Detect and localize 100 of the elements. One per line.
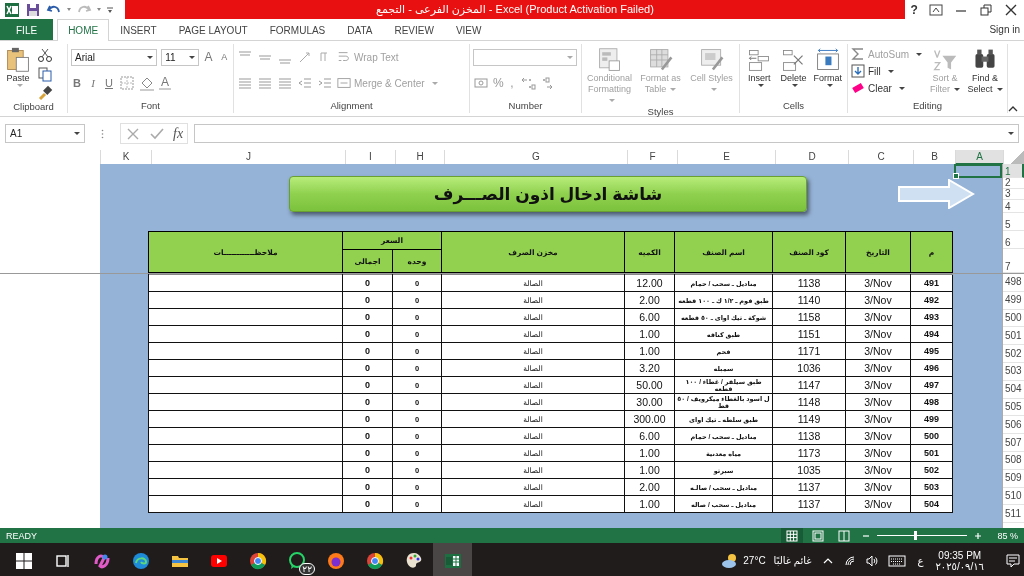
row-header[interactable]: 506 bbox=[1003, 416, 1024, 435]
group-label: Clipboard bbox=[12, 101, 55, 113]
ribbon-tab[interactable]: VIEW bbox=[444, 19, 493, 40]
clock-time[interactable]: 09:35 PM bbox=[938, 549, 982, 561]
caret-icon bbox=[758, 84, 765, 87]
row-header[interactable]: 504 bbox=[1003, 380, 1024, 399]
view-button[interactable] bbox=[781, 528, 804, 543]
group-label: Editing bbox=[911, 100, 944, 113]
editing-button[interactable]: Clear bbox=[851, 81, 923, 95]
row-header[interactable]: 2 bbox=[1003, 178, 1024, 189]
ring-icon bbox=[248, 551, 267, 570]
table-cell: 0 bbox=[342, 274, 393, 292]
orientation-icon[interactable] bbox=[297, 49, 313, 65]
row-header[interactable]: 5 bbox=[1003, 213, 1024, 231]
caret-icon bbox=[1008, 132, 1014, 135]
keyboard-icon[interactable] bbox=[887, 554, 906, 567]
caret-icon bbox=[74, 132, 80, 135]
name-box[interactable]: A1 bbox=[5, 124, 85, 143]
row-header[interactable]: 498 bbox=[1003, 274, 1024, 292]
cells-button[interactable]: Delete bbox=[777, 47, 810, 100]
language-indicator[interactable]: ع bbox=[917, 555, 924, 566]
caret-icon[interactable] bbox=[67, 8, 71, 11]
row-header[interactable]: 499 bbox=[1003, 291, 1024, 310]
close-icon[interactable] bbox=[1004, 3, 1019, 16]
row-header[interactable]: 510 bbox=[1003, 487, 1024, 506]
clock-date[interactable]: ٢٠٢٥/٠٩/١٦ bbox=[935, 560, 984, 572]
ribbon-tab[interactable]: PAGE LAYOUT bbox=[167, 19, 259, 40]
formula-input[interactable] bbox=[194, 124, 1019, 143]
ribbon-tab[interactable]: FILE bbox=[0, 19, 54, 40]
row-header[interactable]: 501 bbox=[1003, 327, 1024, 346]
help-button[interactable]: ? bbox=[910, 2, 918, 17]
copy-icon[interactable] bbox=[37, 66, 53, 82]
row-header[interactable]: 7 bbox=[1003, 249, 1024, 273]
cells-button[interactable]: Format bbox=[811, 47, 844, 100]
temperature-text: 27°C bbox=[743, 555, 766, 566]
ribbon-tab[interactable]: REVIEW bbox=[383, 19, 445, 40]
row-header[interactable]: 4 bbox=[1003, 200, 1024, 213]
row-header[interactable]: 503 bbox=[1003, 363, 1024, 381]
status-text: READY bbox=[6, 530, 37, 541]
paintbrush-icon[interactable] bbox=[37, 85, 53, 101]
table-cell: 491 bbox=[910, 274, 953, 292]
font-name-field[interactable]: Arial bbox=[71, 48, 158, 66]
caret-icon bbox=[188, 55, 195, 59]
row-header[interactable]: 511 bbox=[1003, 505, 1024, 524]
ribbon-tab[interactable]: FORMULAS bbox=[258, 19, 337, 40]
save-icon[interactable] bbox=[25, 1, 41, 18]
row-header[interactable]: 500 bbox=[1003, 309, 1024, 328]
scissors-icon[interactable] bbox=[37, 47, 53, 63]
row-header[interactable]: 3 bbox=[1003, 189, 1024, 200]
table-cell: 12.00 bbox=[624, 274, 675, 292]
notifications-icon[interactable] bbox=[1006, 553, 1020, 568]
font-color-button[interactable]: A bbox=[159, 76, 171, 90]
font-style-button[interactable]: B bbox=[71, 77, 83, 89]
wifi-icon[interactable] bbox=[843, 554, 856, 567]
currency-icon[interactable] bbox=[473, 75, 489, 91]
number-format-field[interactable] bbox=[473, 48, 577, 66]
caret-icon bbox=[954, 88, 961, 92]
ribbon-tab[interactable]: DATA bbox=[336, 19, 384, 40]
ribbon-display-icon[interactable] bbox=[929, 3, 944, 16]
ribbon-tab[interactable]: INSERT bbox=[109, 19, 168, 40]
customize-icon[interactable] bbox=[106, 5, 114, 14]
caret-icon bbox=[670, 88, 677, 92]
paste-button[interactable]: Paste bbox=[3, 47, 33, 101]
caret-icon[interactable] bbox=[97, 8, 101, 11]
cells-button[interactable]: Insert bbox=[743, 47, 776, 100]
restore-icon[interactable] bbox=[979, 3, 994, 16]
cell-styles-icon bbox=[698, 47, 725, 73]
zoom-slider-thumb[interactable] bbox=[914, 531, 918, 540]
wrap-text-icon bbox=[337, 50, 351, 64]
zoom-level[interactable]: 85 % bbox=[997, 530, 1018, 541]
caret-icon bbox=[431, 81, 438, 85]
sign-in-link[interactable]: Sign in bbox=[989, 24, 1024, 35]
row-header[interactable]: 1 bbox=[1003, 164, 1024, 178]
ribbon-tab[interactable]: HOME bbox=[57, 19, 110, 41]
font-size-button[interactable]: A bbox=[218, 52, 230, 62]
editing-button[interactable]: Find & Select bbox=[966, 47, 1004, 100]
conditional-format-icon bbox=[596, 47, 623, 73]
insert-function-button[interactable]: fx bbox=[173, 125, 184, 142]
font-size-button[interactable]: A bbox=[202, 50, 215, 64]
volume-icon[interactable] bbox=[865, 554, 878, 567]
row-header[interactable]: 507 bbox=[1003, 434, 1024, 452]
row-header[interactable]: 508 bbox=[1003, 451, 1024, 470]
font-style-button[interactable]: U bbox=[103, 77, 115, 89]
caret-icon bbox=[898, 86, 905, 90]
editing-button[interactable]: Fill bbox=[851, 64, 923, 78]
increase-decimal-icon[interactable] bbox=[521, 75, 537, 91]
font-style-button[interactable]: I bbox=[87, 77, 99, 89]
row-header[interactable]: 505 bbox=[1003, 398, 1024, 417]
collapse-ribbon-icon[interactable] bbox=[1008, 106, 1018, 112]
row-header[interactable]: 6 bbox=[1003, 231, 1024, 249]
row-header[interactable]: 502 bbox=[1003, 345, 1024, 363]
fill-bucket-icon[interactable] bbox=[139, 75, 155, 91]
clipboard-icon bbox=[5, 47, 31, 73]
zoom-in-icon[interactable] bbox=[974, 531, 983, 540]
group-label: Alignment bbox=[329, 100, 374, 113]
row-header[interactable]: 509 bbox=[1003, 469, 1024, 488]
caret-icon bbox=[996, 88, 1003, 92]
group-label: Number bbox=[507, 100, 544, 113]
taskbar-app-button[interactable]: ٢٢ bbox=[277, 543, 316, 576]
font-size-field[interactable]: 11 bbox=[161, 48, 199, 66]
